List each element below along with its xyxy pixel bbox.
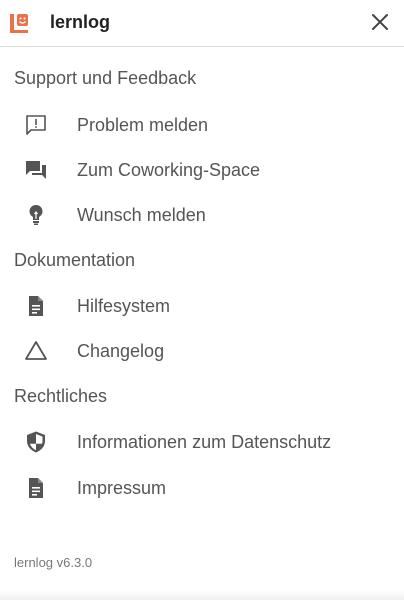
menu-item-coworking-space[interactable]: Zum Coworking-Space — [0, 150, 404, 190]
section-title-dokumentation: Dokumentation — [14, 250, 136, 270]
menu-item-changelog[interactable]: Changelog — [0, 331, 404, 371]
document-icon — [24, 294, 48, 318]
menu-item-hilfesystem[interactable]: Hilfesystem — [0, 286, 404, 326]
menu-item-problem-melden[interactable]: Problem melden — [0, 105, 404, 145]
menu-item-label: Changelog — [77, 340, 165, 361]
report-problem-icon — [24, 113, 48, 137]
menu-item-label: Zum Coworking-Space — [77, 159, 261, 180]
close-icon[interactable] — [370, 12, 390, 32]
menu-item-label: Wunsch melden — [77, 204, 206, 225]
menu-item-label: Hilfesystem — [77, 295, 171, 316]
menu-item-label: Problem melden — [77, 114, 209, 135]
menu-item-impressum[interactable]: Impressum — [0, 468, 404, 508]
document-icon — [24, 476, 48, 500]
bottom-shadow — [0, 590, 404, 600]
section-title-rechtliches: Rechtliches — [14, 386, 108, 406]
header: lernlog — [0, 0, 404, 47]
menu-item-datenschutz[interactable]: Informationen zum Datenschutz — [0, 422, 404, 462]
lightbulb-icon — [24, 203, 48, 227]
menu-item-wunsch-melden[interactable]: Wunsch melden — [0, 195, 404, 235]
menu-item-label: Informationen zum Datenschutz — [77, 431, 332, 452]
app-title: lernlog — [50, 12, 111, 32]
forum-icon — [24, 158, 48, 182]
shield-icon — [24, 430, 48, 454]
menu-item-label: Impressum — [77, 477, 167, 498]
version-text: lernlog v6.3.0 — [14, 555, 93, 570]
section-title-support: Support und Feedback — [14, 68, 197, 88]
triangle-icon — [24, 339, 48, 363]
lernlog-logo-icon — [10, 14, 28, 33]
